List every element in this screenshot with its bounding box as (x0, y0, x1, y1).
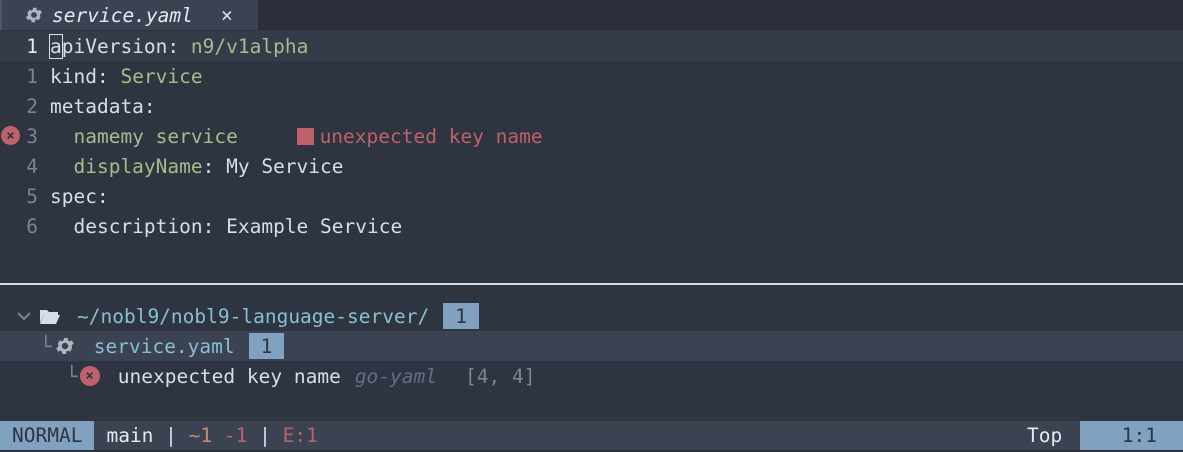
yaml-sep: : (202, 214, 227, 238)
yaml-value: Example Service (226, 214, 403, 238)
folder-count-badge: 1 (443, 303, 479, 329)
editor-line[interactable]: 6 description: Example Service (0, 211, 1183, 241)
editor-line[interactable]: 1 apiVersion: n9/v1alpha (0, 31, 1183, 61)
yaml-sep: : (96, 184, 109, 208)
editor-line[interactable]: 3 namemy service unexpected key name (0, 121, 1183, 151)
cursor-position: 1:1 (1080, 421, 1183, 450)
line-number: 6 (26, 214, 38, 238)
tab-service-yaml[interactable]: service.yaml × (0, 0, 258, 30)
folder-open-icon (40, 310, 60, 324)
yaml-invalid-text: namemy service (73, 124, 238, 148)
yaml-key: metadata (50, 94, 144, 118)
error-icon: × (79, 366, 100, 386)
diagnostic-message: unexpected key name (117, 364, 341, 388)
status-separator: | (247, 424, 283, 447)
git-modified-count: ~1 (188, 424, 213, 447)
chevron-down-icon[interactable] (17, 311, 31, 321)
line-code: spec: (40, 185, 109, 208)
tree-branch-line: └ (40, 334, 52, 358)
tab-title: service.yaml (52, 3, 193, 27)
status-line: NORMAL main | ~1 -1 | E:1 Top 1:1 (0, 421, 1183, 450)
yaml-sep: : (143, 94, 156, 118)
folder-path: ~/nobl9/nobl9-language-server/ (77, 304, 430, 328)
yaml-key: description (73, 214, 203, 238)
file-name: service.yaml (93, 334, 235, 358)
error-square-icon (296, 127, 314, 145)
diagnostic-position: [4, 4] (465, 364, 536, 388)
git-deleted-count: -1 (223, 424, 248, 447)
line-number: 1 (26, 64, 38, 88)
diagnostic-error-count: E:1 (282, 424, 318, 447)
diagnostic-source: go-yaml (354, 364, 437, 388)
line-number: 1 (26, 34, 38, 58)
close-icon[interactable]: × (221, 3, 233, 27)
yaml-value: n9/v1alpha (190, 34, 309, 58)
line-number: 4 (26, 154, 38, 178)
yaml-key: displayName (73, 154, 203, 178)
git-branch: main (106, 424, 154, 447)
tree-diagnostic-row[interactable]: └ × unexpected key name go-yaml [4, 4] (0, 361, 1183, 391)
yaml-sep: : (96, 64, 121, 88)
gear-icon (26, 7, 42, 23)
gear-icon (56, 338, 74, 354)
yaml-key: kind (50, 64, 97, 88)
line-code: kind: Service (40, 65, 203, 88)
yaml-sep: : (202, 154, 227, 178)
line-code: namemy service unexpected key name (40, 124, 543, 148)
editor-line[interactable]: 5 spec: (0, 181, 1183, 211)
editor-line[interactable]: 2 metadata: (0, 91, 1183, 121)
tree-file-row[interactable]: └ service.yaml 1 (0, 331, 1183, 361)
editor-line[interactable]: 4 displayName: My Service (0, 151, 1183, 181)
tree-branch-line: └ (66, 364, 78, 388)
editor-line[interactable]: 1 kind: Service (0, 61, 1183, 91)
mode-indicator: NORMAL (0, 421, 95, 450)
yaml-sep: : (167, 34, 191, 58)
line-code: apiVersion: n9/v1alpha (40, 33, 309, 59)
window-split-divider[interactable] (0, 283, 1183, 285)
line-number: 5 (26, 184, 38, 208)
line-code: metadata: (40, 95, 156, 118)
line-number: 2 (26, 94, 38, 118)
yaml-value: Service (120, 64, 203, 88)
inline-diagnostic: unexpected key name (319, 124, 543, 148)
yaml-key: spec (50, 184, 97, 208)
yaml-value: My Service (226, 154, 344, 178)
error-sign-icon[interactable]: × (1, 126, 20, 145)
status-separator: | (153, 424, 189, 447)
scroll-position: Top (1027, 424, 1063, 447)
line-code: displayName: My Service (40, 154, 344, 178)
line-code: description: Example Service (40, 215, 402, 238)
yaml-key-rest: piVersion (61, 34, 168, 58)
cursor: a (49, 33, 63, 59)
file-count-badge: 1 (248, 333, 285, 359)
tree-folder-row[interactable]: ~/nobl9/nobl9-language-server/ 1 (0, 301, 1183, 331)
